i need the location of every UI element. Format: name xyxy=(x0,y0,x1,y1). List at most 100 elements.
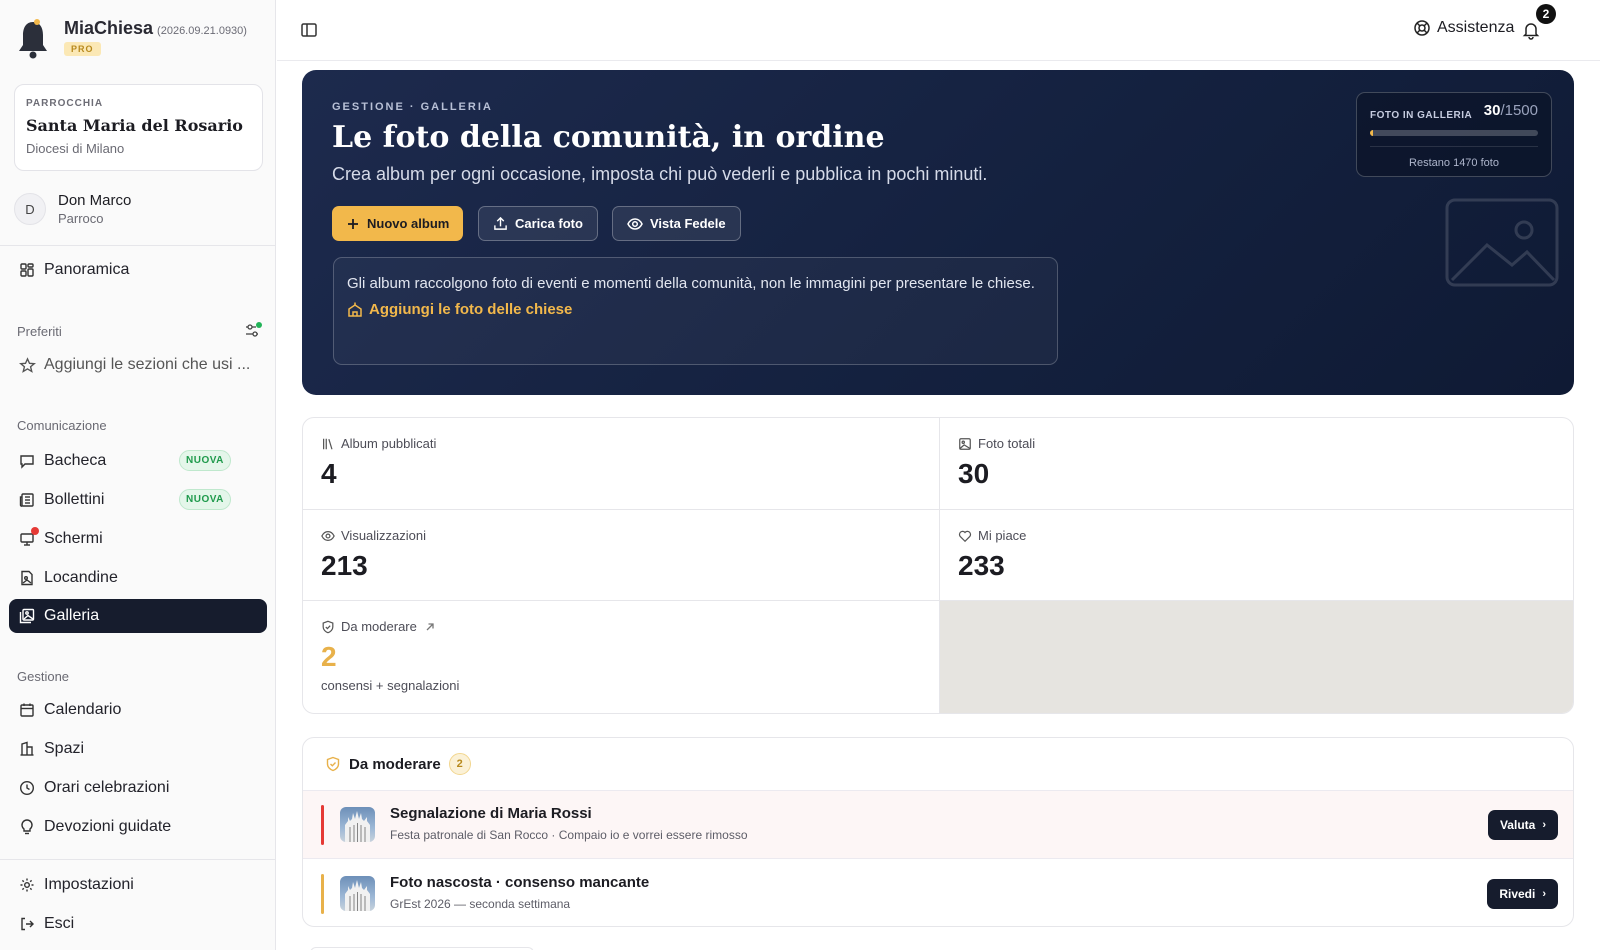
user-profile[interactable]: D Don Marco Parroco xyxy=(14,192,131,226)
stat-moderate[interactable]: Da moderare 2 consensi + segnalazioni xyxy=(303,601,939,713)
parish-selector[interactable]: PARROCCHIA Santa Maria del Rosario Dioce… xyxy=(14,84,263,171)
stat-likes-value: 233 xyxy=(958,550,1005,581)
building-icon xyxy=(18,740,36,758)
nav-calendario-label: Calendario xyxy=(44,701,122,718)
sidebar-divider xyxy=(0,859,276,860)
sidebar-toggle-icon[interactable] xyxy=(299,20,319,40)
moderation-accent-bar xyxy=(321,874,324,914)
image-icon xyxy=(959,437,971,450)
brand[interactable]: MiaChiesa (2026.09.21.0930) PRO xyxy=(16,18,247,62)
library-icon xyxy=(323,438,333,449)
moderation-item[interactable]: Foto nascosta · consenso mancante GrEst … xyxy=(303,860,1573,926)
help-label: Assistenza xyxy=(1437,19,1515,36)
evaluate-label: Valuta xyxy=(1499,818,1536,832)
stat-moderate-note: consensi + segnalazioni xyxy=(321,678,460,693)
stats-empty-cell xyxy=(940,601,1573,713)
moderation-thumbnail xyxy=(340,876,375,911)
app-name: MiaChiesa xyxy=(64,18,154,38)
new-album-button[interactable]: Nuovo album xyxy=(332,206,464,241)
moderation-item[interactable]: Segnalazione di Maria Rossi Festa patron… xyxy=(303,791,1573,859)
external-arrow-icon xyxy=(426,622,434,630)
quota-progress-bar xyxy=(1370,130,1538,136)
help-button[interactable]: Assistenza xyxy=(1413,19,1514,37)
stat-views-value: 213 xyxy=(321,550,368,581)
nav-schermi-label: Schermi xyxy=(44,530,103,547)
customize-favorites-icon[interactable] xyxy=(243,320,263,340)
nav-orari-label: Orari celebrazioni xyxy=(44,779,170,796)
nav-esci-label: Esci xyxy=(44,915,75,932)
nav-calendario[interactable]: Calendario xyxy=(9,693,267,727)
stat-views: Visualizzazioni 213 xyxy=(303,510,939,601)
stat-views-label: Visualizzazioni xyxy=(341,528,427,543)
upload-photos-button[interactable]: Carica foto xyxy=(478,206,598,241)
user-name: Don Marco xyxy=(58,192,132,209)
stat-photos: Foto totali 30 xyxy=(940,418,1573,510)
app-version: (2026.09.21.0930) xyxy=(157,25,247,37)
quota-total: /1500 xyxy=(1500,102,1538,119)
file-image-icon xyxy=(18,569,36,587)
nav-schermi[interactable]: Schermi xyxy=(9,522,267,556)
notifications-bell-icon[interactable] xyxy=(1521,20,1541,40)
nav-orari[interactable]: Orari celebrazioni xyxy=(9,771,267,805)
plan-badge: PRO xyxy=(64,42,101,56)
stat-albums-value: 4 xyxy=(321,458,337,489)
moderation-thumbnail xyxy=(340,807,375,842)
gallery-icon xyxy=(18,607,36,625)
nav-bollettini-label: Bollettini xyxy=(44,491,105,508)
review-label: Rivedi xyxy=(1499,887,1536,901)
alert-dot xyxy=(31,527,39,535)
favorites-add-hint[interactable]: Aggiungi le sezioni che usi ... xyxy=(9,348,267,382)
nav-spazi[interactable]: Spazi xyxy=(9,732,267,766)
stat-likes: Mi piace 233 xyxy=(940,510,1573,601)
communication-label: Comunicazione xyxy=(17,418,107,433)
favorites-hint: Aggiungi le sezioni che usi ... xyxy=(44,356,251,373)
moderation-count-badge: 2 xyxy=(448,753,471,775)
nav-impostazioni[interactable]: Impostazioni xyxy=(9,868,267,902)
lifebuoy-icon xyxy=(1414,20,1430,36)
moderation-title: Da moderare xyxy=(349,755,441,773)
add-church-photos-link[interactable]: Aggiungi le foto delle chiese xyxy=(347,301,1044,318)
moderation-panel: Da moderare 2 Segnalazione di Maria Ross… xyxy=(302,737,1574,927)
nav-overview[interactable]: Panoramica xyxy=(9,253,267,287)
monitor-icon xyxy=(18,527,39,548)
moderation-header: Da moderare 2 xyxy=(303,738,1573,791)
parish-name: Santa Maria del Rosario xyxy=(26,116,243,135)
nav-devozioni[interactable]: Devozioni guidate xyxy=(9,810,267,844)
stat-photos-value: 30 xyxy=(958,458,990,489)
stat-photos-label: Foto totali xyxy=(978,436,1036,451)
shield-check-icon xyxy=(322,620,334,633)
stat-albums: Album pubblicati 4 xyxy=(303,418,939,510)
stat-moderate-label: Da moderare xyxy=(341,619,417,634)
moderation-item-subtitle: GrEst 2026 — seconda settimana xyxy=(390,897,571,911)
faithful-view-button[interactable]: Vista Fedele xyxy=(612,206,741,241)
eye-icon xyxy=(321,530,335,541)
plus-icon xyxy=(348,218,358,229)
nav-bacheca[interactable]: Bacheca NUOVA xyxy=(9,444,267,478)
nav-impostazioni-label: Impostazioni xyxy=(44,876,134,893)
nav-overview-label: Panoramica xyxy=(44,261,130,278)
nav-galleria-label: Galleria xyxy=(44,607,100,624)
chevron-right-icon: › xyxy=(1542,819,1546,831)
notification-count-badge: 2 xyxy=(1536,4,1556,24)
lightbulb-icon xyxy=(18,818,36,836)
favorites-label: Preferiti xyxy=(17,324,62,339)
sidebar-divider xyxy=(0,245,276,246)
hero-info-note: Gli album raccolgono foto di eventi e mo… xyxy=(333,257,1058,365)
hero-banner: GESTIONE · GALLERIA Le foto della comuni… xyxy=(302,70,1574,395)
chevron-right-icon: › xyxy=(1542,888,1546,900)
quota-progress-fill xyxy=(1370,130,1374,136)
new-badge: NUOVA xyxy=(179,450,231,471)
review-button[interactable]: Rivedi › xyxy=(1487,879,1558,909)
upload-icon xyxy=(494,216,507,230)
nav-galleria[interactable]: Galleria xyxy=(9,599,267,633)
nav-locandine-label: Locandine xyxy=(44,569,118,586)
nav-locandine[interactable]: Locandine xyxy=(9,561,267,595)
photo-decoration-icon xyxy=(1445,198,1559,287)
new-badge: NUOVA xyxy=(179,489,231,510)
nav-bollettini[interactable]: Bollettini NUOVA xyxy=(9,483,267,517)
nav-esci[interactable]: Esci xyxy=(9,907,267,941)
moderation-accent-bar xyxy=(321,805,324,845)
faithful-view-label: Vista Fedele xyxy=(650,216,726,231)
evaluate-button[interactable]: Valuta › xyxy=(1487,810,1558,840)
management-label: Gestione xyxy=(17,669,70,684)
